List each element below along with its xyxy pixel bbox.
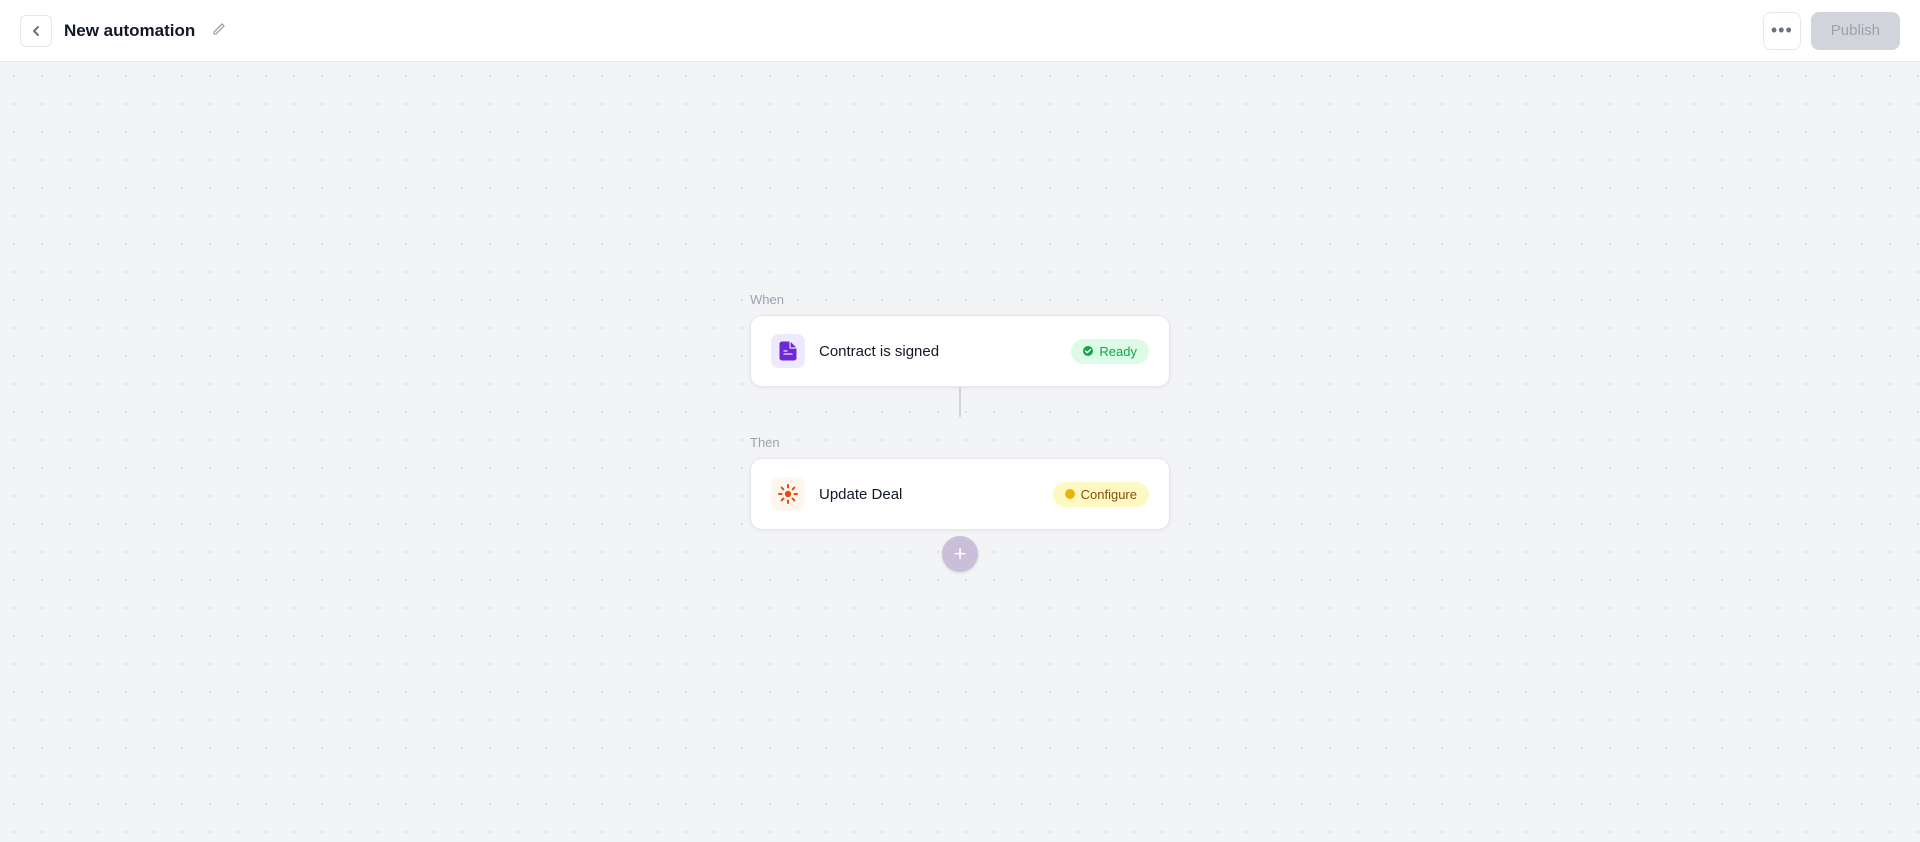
action-name: Update Deal xyxy=(819,486,902,503)
add-step-button[interactable]: + xyxy=(942,536,978,572)
header: New automation ••• Publish xyxy=(0,0,1920,62)
edit-icon[interactable] xyxy=(207,18,230,44)
more-options-button[interactable]: ••• xyxy=(1763,12,1801,50)
trigger-icon xyxy=(771,334,805,368)
header-right: ••• Publish xyxy=(1763,12,1900,50)
action-card[interactable]: Update Deal Configure xyxy=(750,458,1170,530)
page-title: New automation xyxy=(64,21,195,41)
action-status-badge[interactable]: Configure xyxy=(1053,482,1149,507)
flow-container: When Contract is signed xyxy=(750,292,1170,572)
trigger-status-badge[interactable]: Ready xyxy=(1071,339,1149,364)
then-label: Then xyxy=(750,435,1170,450)
action-left: Update Deal xyxy=(771,477,902,511)
back-button[interactable] xyxy=(20,15,52,47)
ready-dot xyxy=(1083,346,1093,356)
trigger-card[interactable]: Contract is signed Ready xyxy=(750,315,1170,387)
automation-canvas: When Contract is signed xyxy=(0,62,1920,842)
hubspot-icon xyxy=(777,483,799,505)
connector-line xyxy=(959,387,961,417)
trigger-status-label: Ready xyxy=(1099,344,1137,359)
trigger-name: Contract is signed xyxy=(819,343,939,360)
trigger-left: Contract is signed xyxy=(771,334,939,368)
action-icon xyxy=(771,477,805,511)
action-status-label: Configure xyxy=(1081,487,1137,502)
configure-dot xyxy=(1065,489,1075,499)
document-icon xyxy=(779,341,797,361)
pencil-icon xyxy=(211,22,226,37)
publish-button[interactable]: Publish xyxy=(1811,12,1900,50)
then-section: Then Update Deal Configure xyxy=(750,417,1170,530)
when-label: When xyxy=(750,292,1170,307)
when-section: When Contract is signed xyxy=(750,292,1170,387)
section-gap xyxy=(750,417,1170,435)
header-left: New automation xyxy=(20,15,230,47)
chevron-left-icon xyxy=(28,23,44,39)
check-icon xyxy=(1084,347,1092,355)
